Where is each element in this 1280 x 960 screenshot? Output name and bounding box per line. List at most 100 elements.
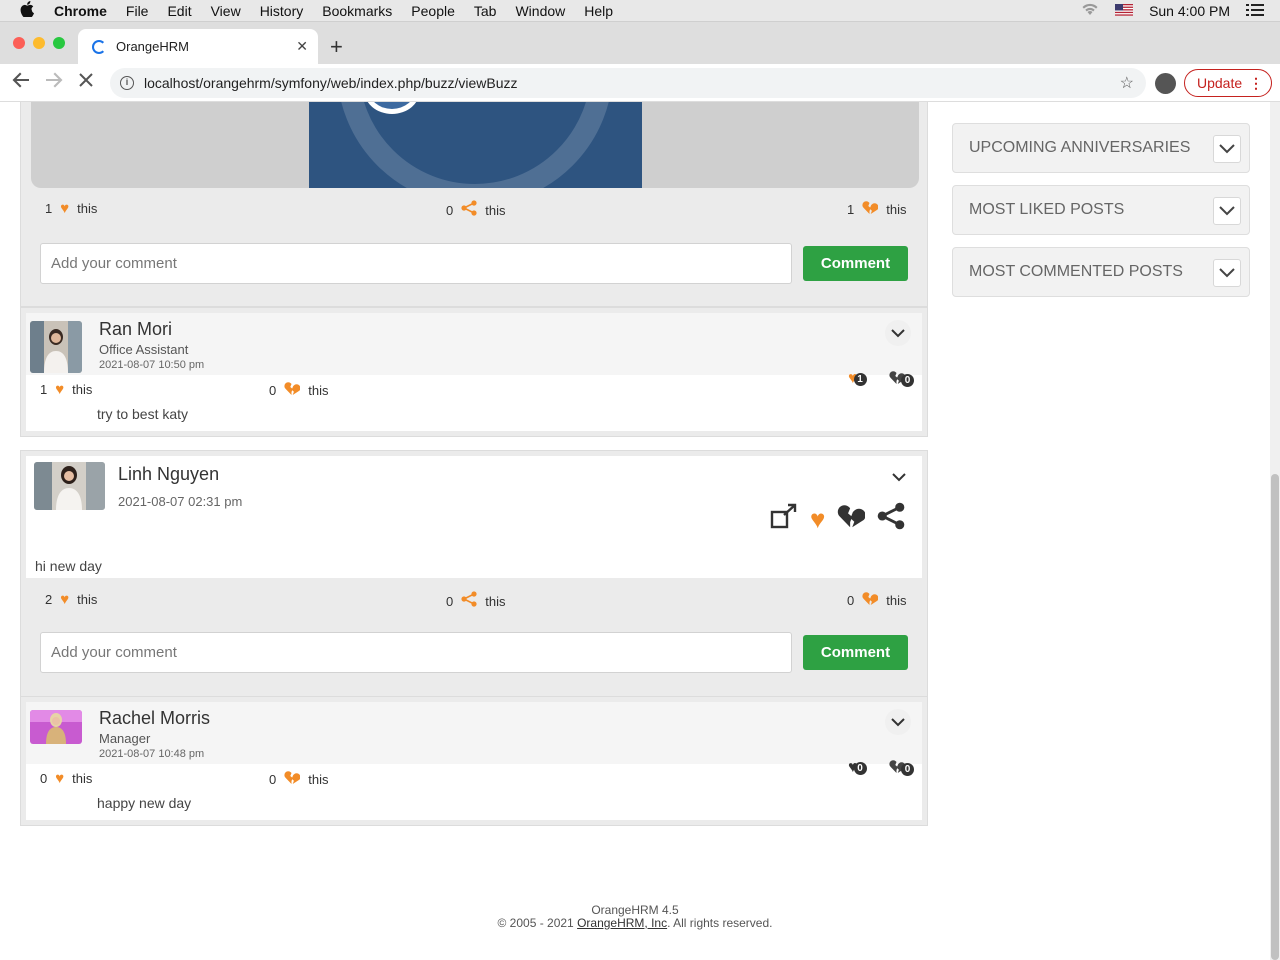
spinner-icon (92, 39, 106, 54)
profile-icon[interactable] (1155, 73, 1176, 94)
share-like-stat[interactable]: 1 ♥ this (40, 381, 92, 398)
broken-heart-icon (862, 591, 879, 610)
heart-icon: ♥ (55, 381, 65, 398)
back-icon[interactable] (12, 72, 30, 93)
menu-help[interactable]: Help (584, 3, 613, 19)
menu-view[interactable]: View (211, 3, 241, 19)
like-badge[interactable]: ♥ 0 (848, 759, 867, 777)
chevron-down-icon[interactable] (886, 464, 912, 490)
widget-most-commented-posts[interactable]: MOST COMMENTED POSTS (952, 247, 1250, 297)
window-zoom-button[interactable] (53, 37, 65, 49)
post-dislike-stat[interactable]: 1 this (847, 200, 906, 219)
share-icon[interactable] (877, 502, 905, 537)
external-share-icon[interactable] (770, 503, 798, 536)
chevron-down-icon[interactable] (1213, 135, 1241, 163)
post-like-stat[interactable]: 1 ♥ this (45, 200, 97, 217)
dislike-badge-count: 0 (901, 373, 914, 387)
share-count: 0 (446, 593, 454, 609)
copyright-text: © 2005 - 2021 (497, 916, 574, 930)
widget-title: UPCOMING ANNIVERSARIES (969, 139, 1191, 156)
post-card: Linh Nguyen 2021-08-07 02:31 pm ♥ hi new… (20, 450, 928, 697)
menu-window[interactable]: Window (515, 3, 565, 19)
url-text: localhost/orangehrm/symfony/web/index.ph… (144, 75, 518, 91)
info-icon[interactable]: i (120, 76, 134, 90)
widget-title: MOST LIKED POSTS (969, 201, 1125, 218)
post-date: 2021-08-07 10:48 pm (99, 748, 205, 760)
comment-button[interactable]: Comment (803, 635, 908, 670)
apple-icon[interactable] (20, 1, 38, 20)
post-dislike-stat[interactable]: 0 this (847, 591, 906, 610)
window-close-button[interactable] (13, 37, 25, 49)
update-label: Update (1197, 75, 1243, 91)
address-bar[interactable]: i localhost/orangehrm/symfony/web/index.… (110, 68, 1146, 98)
chevron-down-icon[interactable] (1213, 197, 1241, 225)
heart-icon[interactable]: ♥ (810, 504, 825, 535)
share-this-label: this (485, 202, 506, 218)
avatar[interactable] (34, 462, 105, 510)
like-this-label: this (77, 592, 98, 607)
widget-most-liked-posts[interactable]: MOST LIKED POSTS (952, 185, 1250, 235)
post-share-stat[interactable]: 0 this (446, 200, 505, 220)
like-badge[interactable]: ♥ 1 (848, 370, 867, 388)
like-count: 0 (40, 771, 48, 786)
author-name[interactable]: Ran Mori (99, 319, 172, 340)
stop-icon[interactable] (78, 72, 94, 93)
page-scrollbar[interactable] (1270, 102, 1280, 960)
share-like-stat[interactable]: 0 ♥ this (40, 770, 92, 787)
post-like-stat[interactable]: 2 ♥ this (45, 591, 97, 608)
clock-text[interactable]: Sun 4:00 PM (1149, 3, 1230, 19)
menu-app-chrome[interactable]: Chrome (54, 3, 107, 19)
comment-input[interactable]: Add your comment (40, 243, 792, 284)
shared-post-block: Rachel Morris Manager 2021-08-07 10:48 p… (20, 696, 928, 826)
author-name[interactable]: Linh Nguyen (118, 464, 219, 485)
menu-bookmarks[interactable]: Bookmarks (322, 3, 392, 19)
update-button[interactable]: Update ⋮ (1184, 69, 1272, 97)
browser-tabstrip: OrangeHRM ✕ + (0, 22, 1280, 64)
menu-history[interactable]: History (260, 3, 304, 19)
comment-button[interactable]: Comment (803, 246, 908, 281)
chevron-down-icon[interactable] (885, 320, 911, 346)
share-this-label: this (485, 593, 506, 609)
browser-tab[interactable]: OrangeHRM ✕ (78, 29, 318, 64)
star-icon[interactable]: ☆ (1120, 73, 1134, 93)
forward-icon[interactable] (45, 72, 63, 93)
rights-text: . All rights reserved. (667, 916, 773, 930)
menu-tab[interactable]: Tab (474, 3, 497, 19)
footer-copyright: © 2005 - 2021 OrangeHRM, Inc. All rights… (0, 917, 1270, 930)
list-icon[interactable] (1246, 3, 1264, 20)
dislike-badge[interactable]: 0 (889, 370, 914, 390)
company-link[interactable]: OrangeHRM, Inc (577, 916, 667, 930)
menu-file[interactable]: File (126, 3, 149, 19)
share-dislike-stat[interactable]: 0 this (269, 770, 328, 789)
share-icon (461, 591, 477, 611)
chevron-down-icon[interactable] (1213, 259, 1241, 287)
menu-edit[interactable]: Edit (167, 3, 191, 19)
post-share-stat[interactable]: 0 this (446, 591, 505, 611)
avatar[interactable] (30, 321, 82, 373)
post-text: hi new day (35, 558, 102, 574)
like-this-label: this (72, 771, 93, 786)
broken-heart-icon[interactable] (837, 503, 867, 536)
menu-people[interactable]: People (411, 3, 455, 19)
like-this-label: this (77, 201, 98, 216)
post-text: happy new day (97, 795, 192, 811)
dislike-badge[interactable]: 0 (889, 759, 914, 779)
shared-post-card: Ran Mori Office Assistant 2021-08-07 10:… (26, 313, 922, 431)
scrollbar-thumb[interactable] (1271, 474, 1279, 960)
wifi-icon[interactable] (1081, 3, 1099, 19)
plus-icon[interactable]: + (330, 34, 343, 60)
close-icon[interactable]: ✕ (296, 38, 308, 55)
tab-title: OrangeHRM (116, 39, 189, 54)
post-image[interactable] (309, 102, 642, 188)
comment-input[interactable]: Add your comment (40, 632, 792, 673)
post-text: try to best katy (97, 406, 189, 422)
flag-icon[interactable] (1115, 3, 1134, 19)
avatar[interactable] (30, 710, 82, 744)
widget-upcoming-anniversaries[interactable]: UPCOMING ANNIVERSARIES (952, 123, 1250, 173)
share-dislike-stat[interactable]: 0 this (269, 381, 328, 400)
share-icon (461, 200, 477, 220)
window-minimize-button[interactable] (33, 37, 45, 49)
like-badge-count: 1 (853, 372, 867, 386)
chevron-down-icon[interactable] (885, 709, 911, 735)
author-name[interactable]: Rachel Morris (99, 708, 210, 729)
